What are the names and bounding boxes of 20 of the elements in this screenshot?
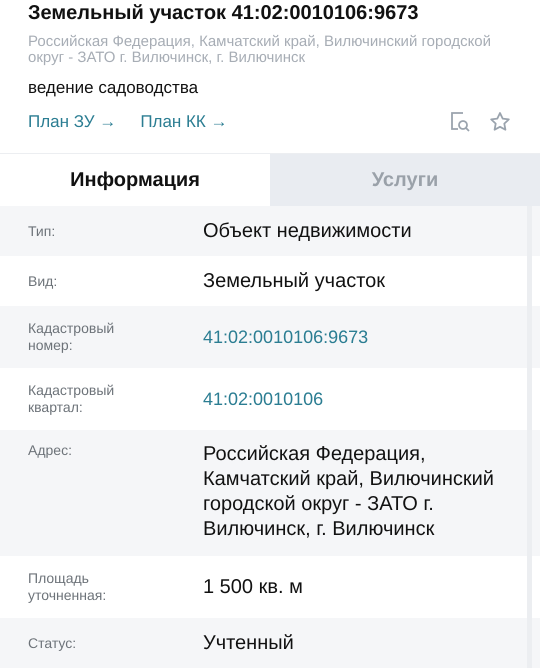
- field-label: Кадастровый квартал:: [28, 382, 116, 416]
- field-label: Площадь уточненная:: [28, 570, 108, 604]
- plan-link[interactable]: План КК →: [140, 112, 228, 132]
- address-text: Российская Федерация, Камчатский край, Вилючинский городской округ - ЗАТО г. Вилючинск, г. Вилючинск: [28, 34, 492, 66]
- field-label: Статус:: [28, 634, 78, 652]
- document-search-icon[interactable]: [448, 110, 472, 134]
- purpose-text: ведение садоводства: [28, 77, 200, 99]
- field-value: Земельный участок: [203, 268, 386, 294]
- field-value: Учтенный: [203, 630, 295, 656]
- field-label: Вид:: [28, 272, 58, 290]
- field-value-link[interactable]: 41:02:0010106: [203, 386, 512, 412]
- field-label: Тип:: [28, 222, 56, 240]
- field-value: Российская Федерация, Камчатский край, Вилючинский городской округ - ЗАТО г. Вилючинск, г. Вилючинск: [203, 442, 495, 542]
- field-label: Кадастровый номер:: [28, 320, 116, 354]
- field-value: 1 500 кв. м: [203, 574, 304, 600]
- field-label: Адрес:: [28, 442, 73, 459]
- plan-link[interactable]: План ЗУ →: [28, 112, 116, 132]
- field-value: Объект недвижимости: [203, 218, 413, 244]
- field-value-link[interactable]: 41:02:0010106:9673: [203, 324, 512, 350]
- page-title: Земельный участок 41:02:0010106:9673: [28, 1, 420, 26]
